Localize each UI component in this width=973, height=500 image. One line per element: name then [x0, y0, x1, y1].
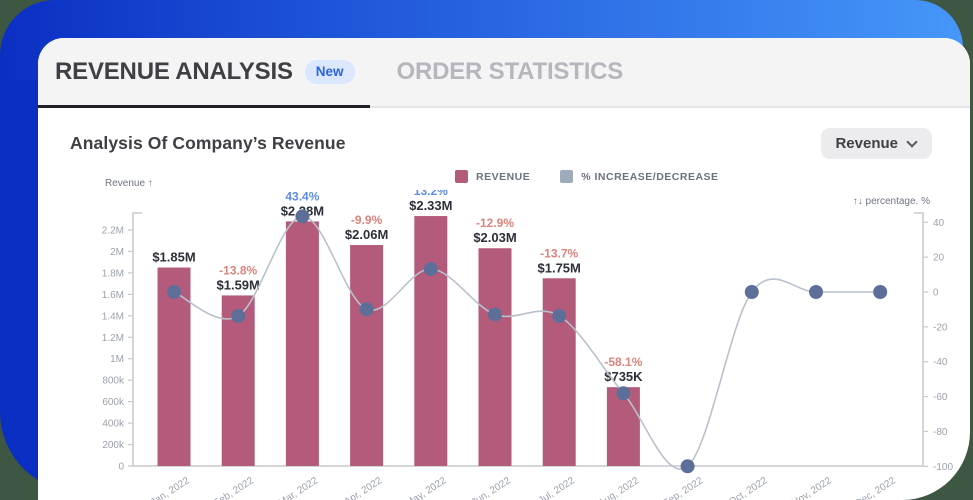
svg-text:-20: -20 [933, 322, 948, 333]
legend-swatch [455, 170, 468, 183]
svg-text:$1.85M: $1.85M [152, 250, 195, 265]
svg-text:2.2M: 2.2M [102, 226, 124, 237]
legend-label: % INCREASE/DECREASE [581, 170, 719, 183]
metric-dropdown-label: Revenue [835, 135, 898, 152]
dashboard-card: REVENUE ANALYSIS New ORDER STATISTICS An… [38, 38, 970, 500]
svg-text:1.8M: 1.8M [102, 268, 124, 279]
tab-revenue-analysis[interactable]: REVENUE ANALYSIS New [55, 58, 355, 86]
tab-bar: REVENUE ANALYSIS New ORDER STATISTICS [38, 38, 970, 108]
svg-text:1M: 1M [110, 354, 124, 365]
svg-text:$1.59M: $1.59M [217, 277, 260, 292]
svg-text:40: 40 [933, 218, 945, 229]
tab-order-statistics-label: ORDER STATISTICS [396, 58, 624, 85]
svg-text:-60: -60 [933, 392, 948, 403]
svg-text:Apr, 2022: Apr, 2022 [342, 475, 384, 500]
svg-text:1.6M: 1.6M [102, 290, 124, 301]
active-tab-indicator [38, 105, 370, 108]
svg-text:0: 0 [118, 462, 124, 473]
tab-revenue-analysis-label: REVENUE ANALYSIS [55, 58, 293, 85]
svg-text:$2.06M: $2.06M [345, 227, 388, 242]
svg-text:May, 2022: May, 2022 [404, 475, 449, 500]
new-badge: New [304, 59, 355, 85]
svg-text:43.4%: 43.4% [285, 190, 319, 203]
legend-swatch [560, 170, 574, 183]
svg-text:-12.9%: -12.9% [476, 216, 514, 230]
svg-text:800k: 800k [102, 376, 125, 387]
revenue-chart: 0 200k 400k 600k 800k 1M 1.2M 1.4M 1.6M 1.8M 2M 2.2… [95, 184, 970, 500]
svg-text:Feb, 2022: Feb, 2022 [212, 475, 256, 500]
svg-text:-58.1%: -58.1% [604, 355, 642, 369]
chart-legend: REVENUE % INCREASE/DECREASE [455, 170, 719, 183]
svg-text:400k: 400k [102, 419, 125, 430]
svg-text:-9.9%: -9.9% [351, 213, 383, 227]
chevron-down-icon [906, 135, 918, 148]
svg-text:$2.03M: $2.03M [473, 230, 516, 245]
svg-text:Nov, 2022: Nov, 2022 [790, 475, 834, 500]
svg-text:Jan, 2022: Jan, 2022 [149, 475, 192, 500]
svg-text:Aug, 2022: Aug, 2022 [597, 475, 642, 500]
svg-text:-80: -80 [933, 427, 948, 438]
svg-text:2M: 2M [110, 247, 124, 258]
legend-label: REVENUE [476, 170, 531, 183]
svg-text:Sep, 2022: Sep, 2022 [661, 475, 706, 500]
svg-text:Jul, 2022: Jul, 2022 [537, 475, 577, 500]
svg-text:600k: 600k [102, 397, 125, 408]
svg-text:0: 0 [933, 288, 939, 299]
svg-text:Dec, 2022: Dec, 2022 [854, 475, 899, 500]
legend-item--increase-decrease[interactable]: % INCREASE/DECREASE [560, 170, 718, 183]
svg-text:$2.33M: $2.33M [409, 198, 452, 213]
legend-item-revenue[interactable]: REVENUE [455, 170, 530, 183]
metric-dropdown[interactable]: Revenue [821, 128, 932, 159]
svg-text:200k: 200k [102, 440, 125, 451]
svg-text:-40: -40 [933, 357, 948, 368]
svg-text:-13.8%: -13.8% [219, 263, 257, 277]
svg-text:Jun, 2022: Jun, 2022 [470, 475, 513, 500]
svg-text:1.2M: 1.2M [102, 333, 124, 344]
svg-text:-13.7%: -13.7% [540, 246, 578, 260]
svg-text:1.4M: 1.4M [102, 311, 124, 322]
tab-order-statistics[interactable]: ORDER STATISTICS [397, 58, 624, 86]
left-axis-title: Revenue ↑ [105, 178, 153, 189]
svg-text:Oct, 2022: Oct, 2022 [727, 475, 770, 500]
svg-text:13.2%: 13.2% [414, 190, 448, 198]
page-title: Analysis Of Company’s Revenue [70, 133, 346, 153]
svg-text:-100: -100 [933, 462, 953, 473]
svg-text:20: 20 [933, 253, 945, 264]
content-header: Analysis Of Company’s Revenue Revenue [38, 108, 970, 159]
svg-text:Mar, 2022: Mar, 2022 [277, 475, 321, 500]
svg-text:$1.75M: $1.75M [538, 260, 581, 275]
